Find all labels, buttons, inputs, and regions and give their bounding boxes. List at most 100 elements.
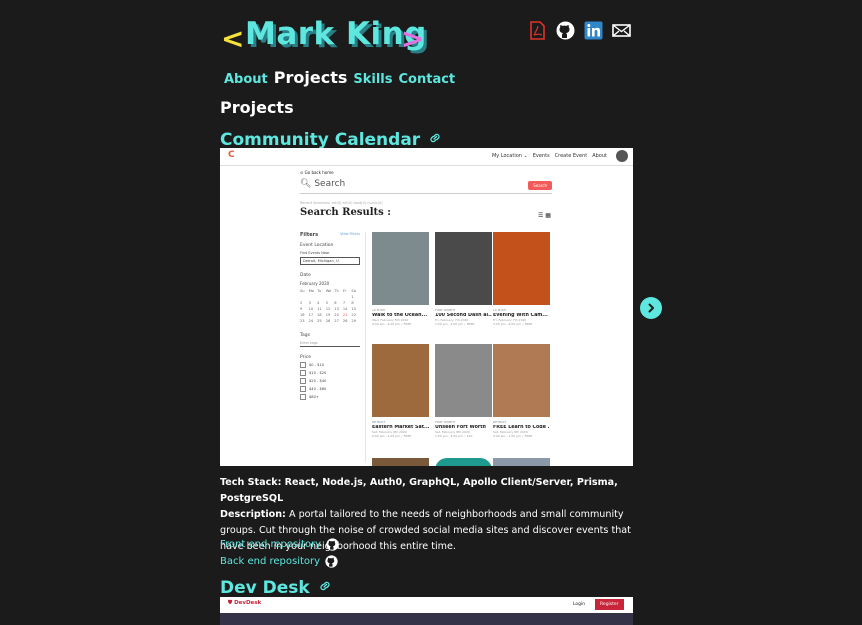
cc-price-label: Price — [300, 355, 311, 360]
tech-label: Tech Stack: — [220, 477, 282, 488]
event-location: DETROIT — [493, 420, 507, 424]
price-label: $80+ — [309, 395, 319, 399]
search-icon: 🔍︎ — [300, 179, 312, 189]
cc-logo-icon: C — [228, 150, 235, 160]
cal-day: 9 — [300, 307, 303, 311]
dd-brand-text: DevDesk — [234, 600, 262, 606]
checkbox — [300, 362, 306, 368]
grid-view-icon: ☰ ▦ — [538, 212, 551, 219]
desc-label: Description: — [220, 509, 286, 520]
project-screenshot[interactable]: C My Location ⌄ Events Create Event Abou… — [220, 148, 633, 466]
cal-day: 20 — [334, 313, 339, 317]
cal-day — [309, 295, 318, 299]
event-time: 1:00 pm - 4:00 pm • $10 — [435, 434, 473, 438]
cal-day: 29 — [351, 319, 356, 323]
link-icon[interactable] — [318, 578, 332, 598]
cal-day — [334, 295, 343, 299]
front-end-repo-link[interactable]: Front end repository — [220, 538, 339, 551]
cal-day: 15 — [351, 307, 356, 311]
price-option: $0 - $10 — [300, 362, 360, 368]
back-end-repo-link[interactable]: Back end repository — [220, 555, 338, 568]
cc-topbar: C My Location ⌄ Events Create Event Abou… — [220, 148, 633, 166]
nav-projects[interactable]: Projects — [274, 68, 348, 87]
cal-day: 19 — [325, 313, 331, 317]
project-title-text[interactable]: Community Calendar — [220, 130, 420, 150]
event-location: DETROIT — [372, 420, 386, 424]
cal-day: 23 — [300, 319, 305, 323]
cal-day — [343, 295, 352, 299]
cc-find-near: Find Events Near — [300, 251, 330, 255]
cal-day: 2 — [300, 301, 303, 305]
price-label: $0 - $10 — [309, 363, 325, 367]
front-repo-label[interactable]: Front end repository — [220, 539, 321, 550]
price-label: $20 - $40 — [309, 379, 327, 383]
event-location: FORT WORTH — [435, 308, 456, 312]
tech-stack: Tech Stack: React, Node.js, Auth0, Graph… — [220, 475, 640, 507]
cal-weekday: Tu — [317, 289, 322, 293]
dd-topbar: ⛊ DevDesk Login Register — [220, 597, 633, 613]
cal-day: 11 — [317, 307, 322, 311]
cal-day: 27 — [334, 319, 339, 323]
price-option: $20 - $40 — [300, 378, 360, 384]
cal-day: 25 — [317, 319, 322, 323]
event-card: LA PUSH Evening With Cam... Fri, February … — [493, 232, 550, 326]
dd-login: Login — [573, 602, 586, 607]
cal-day: 26 — [325, 319, 331, 323]
chevron-right-icon[interactable]: > — [401, 24, 424, 54]
divider — [365, 232, 366, 462]
event-image — [493, 344, 550, 417]
dd-hero — [220, 613, 633, 625]
cc-filters-title: Filters — [300, 232, 319, 238]
cal-weekday: Mo — [308, 289, 314, 293]
cc-nav-item: My Location ⌄ — [491, 153, 528, 159]
cc-recent-searches: Recent Searches: art(0) art(0) food(0) m… — [300, 201, 383, 205]
cc-results-heading: Search Results : — [300, 207, 391, 218]
event-time: 9:00 am - 4:00 pm • FREE — [372, 322, 412, 326]
dd-brand: ⛊ DevDesk — [228, 600, 261, 607]
cal-weekday: Fr — [342, 289, 347, 293]
event-card: LA PUSH Walk to the Ocean... Wed, February… — [372, 232, 429, 326]
mail-icon[interactable] — [612, 21, 631, 40]
cal-day: 14 — [342, 307, 348, 311]
cal-day: 22 — [351, 313, 356, 317]
project-screenshot[interactable]: ⛊ DevDesk Login Register — [220, 597, 633, 625]
cc-nav-item: Create Event — [554, 153, 588, 159]
event-card: FORT WORTH 100 Second Dash al... Fri, Febr… — [435, 232, 492, 326]
github-icon — [326, 538, 339, 551]
price-label: $10 - $20 — [309, 371, 327, 375]
link-icon[interactable] — [428, 130, 442, 150]
github-icon[interactable] — [556, 21, 575, 40]
nav-about[interactable]: About — [224, 72, 268, 87]
cc-nav: My Location ⌄ Events Create Event About — [492, 153, 607, 159]
cal-day: 6 — [334, 301, 337, 305]
cc-nav-item: Events — [532, 153, 550, 159]
nav-skills[interactable]: Skills — [353, 72, 392, 87]
back-repo-label[interactable]: Back end repository — [220, 556, 320, 567]
project-title-text[interactable]: Dev Desk — [220, 578, 310, 598]
event-time: 1:00 pm - 4:00 pm • FREE — [435, 322, 475, 326]
site-header: < Mark King > — [221, 14, 641, 64]
cc-search-bar: 🔍︎ Search Search — [300, 179, 552, 194]
pdf-icon[interactable] — [528, 21, 547, 40]
event-time: 9:00 am - 1:00 pm • FREE — [493, 434, 533, 438]
social-links — [528, 21, 631, 40]
cc-nav-item: About — [592, 153, 607, 159]
event-location: LA PUSH — [372, 308, 385, 312]
cal-day: 12 — [325, 307, 331, 311]
cc-date-label: Date — [300, 273, 311, 278]
linkedin-icon[interactable] — [584, 21, 603, 40]
cc-event-location: Event Location — [300, 243, 334, 248]
avatar — [616, 150, 628, 162]
cal-day: 7 — [342, 301, 346, 305]
next-slide-button[interactable] — [640, 297, 662, 319]
main-nav: About Projects Skills Contact — [224, 68, 455, 87]
cal-day: 4 — [317, 301, 320, 305]
nav-contact[interactable]: Contact — [399, 72, 456, 87]
project-title: Community Calendar — [220, 130, 442, 150]
dd-register: Register — [595, 599, 624, 610]
cc-price-options: $0 - $10 $10 - $20 $20 - $40 $40 - $80 $80+ — [300, 362, 360, 400]
cc-back-link: ⊙ Go back home — [300, 170, 334, 175]
event-image — [435, 344, 492, 417]
chevron-left-icon[interactable]: < — [221, 24, 244, 54]
cal-weekday: Sa — [351, 289, 356, 293]
